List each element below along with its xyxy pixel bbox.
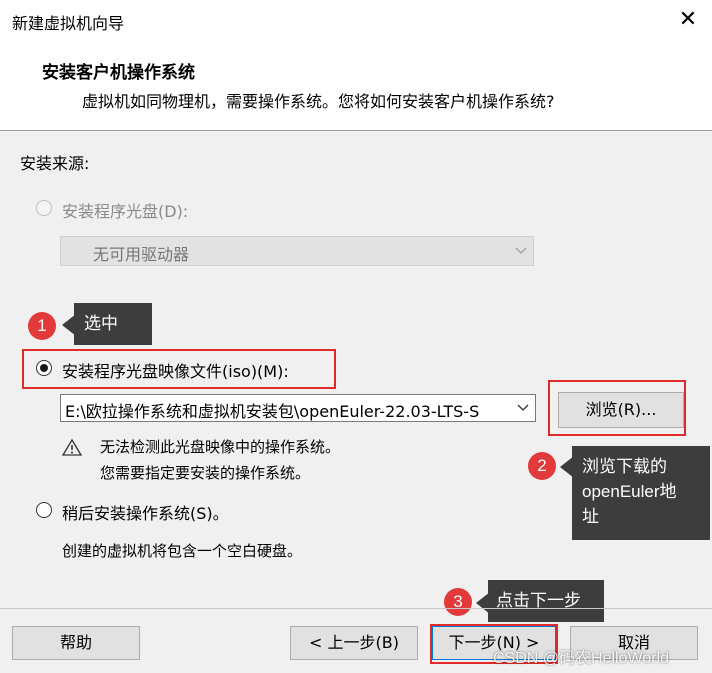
annotation-2-line-3: 址 — [582, 507, 599, 526]
annotation-1-tooltip: 选中 — [74, 303, 152, 345]
page-subtitle: 虚拟机如同物理机，需要操作系统。您将如何安装客户机操作系统? — [82, 92, 555, 111]
warning-icon — [62, 438, 82, 456]
annotation-2-line-1: 浏览下载的 — [582, 457, 667, 476]
install-disc-label: 安装程序光盘(D): — [62, 202, 189, 221]
radio-install-iso[interactable] — [36, 360, 52, 376]
annotation-2-tooltip: 浏览下载的 openEuler地 址 — [572, 446, 710, 540]
iso-path-value: E:\欧拉操作系统和虚拟机安装包\openEuler-22.03-LTS-S — [65, 402, 480, 421]
close-icon[interactable]: ✕ — [676, 8, 700, 32]
drive-select-value: 无可用驱动器 — [93, 245, 190, 264]
warning-line-1: 无法检测此光盘映像中的操作系统。 — [100, 438, 341, 456]
chevron-down-icon — [517, 404, 529, 411]
footer-divider — [0, 608, 712, 609]
drive-select[interactable]: 无可用驱动器 — [60, 236, 534, 266]
chevron-down-icon — [515, 247, 527, 254]
iso-path-input[interactable]: E:\欧拉操作系统和虚拟机安装包\openEuler-22.03-LTS-S — [60, 394, 536, 422]
install-iso-label: 安装程序光盘映像文件(iso)(M): — [62, 362, 289, 381]
annotation-1-badge: 1 — [28, 312, 56, 340]
browse-button[interactable]: 浏览(R)... — [558, 392, 684, 428]
annotation-2-line-2: openEuler地 — [582, 482, 677, 501]
window-title: 新建虚拟机向导 — [12, 14, 125, 33]
radio-install-disc[interactable] — [36, 200, 52, 216]
radio-install-later[interactable] — [36, 502, 52, 518]
install-later-label: 稍后安装操作系统(S)。 — [62, 504, 229, 523]
annotation-2-badge: 2 — [528, 452, 556, 480]
page-title: 安装客户机操作系统 — [42, 63, 195, 83]
back-button[interactable]: < 上一步(B) — [290, 626, 418, 660]
annotation-3-tooltip: 点击下一步 — [488, 580, 604, 622]
watermark: CSDN @码农HelloWorld — [493, 650, 669, 667]
annotation-3-badge: 3 — [444, 588, 472, 616]
install-later-description: 创建的虚拟机将包含一个空白硬盘。 — [62, 542, 303, 560]
help-button[interactable]: 帮助 — [12, 626, 140, 660]
install-source-label: 安装来源: — [20, 154, 90, 173]
warning-line-2: 您需要指定要安装的操作系统。 — [100, 464, 311, 482]
